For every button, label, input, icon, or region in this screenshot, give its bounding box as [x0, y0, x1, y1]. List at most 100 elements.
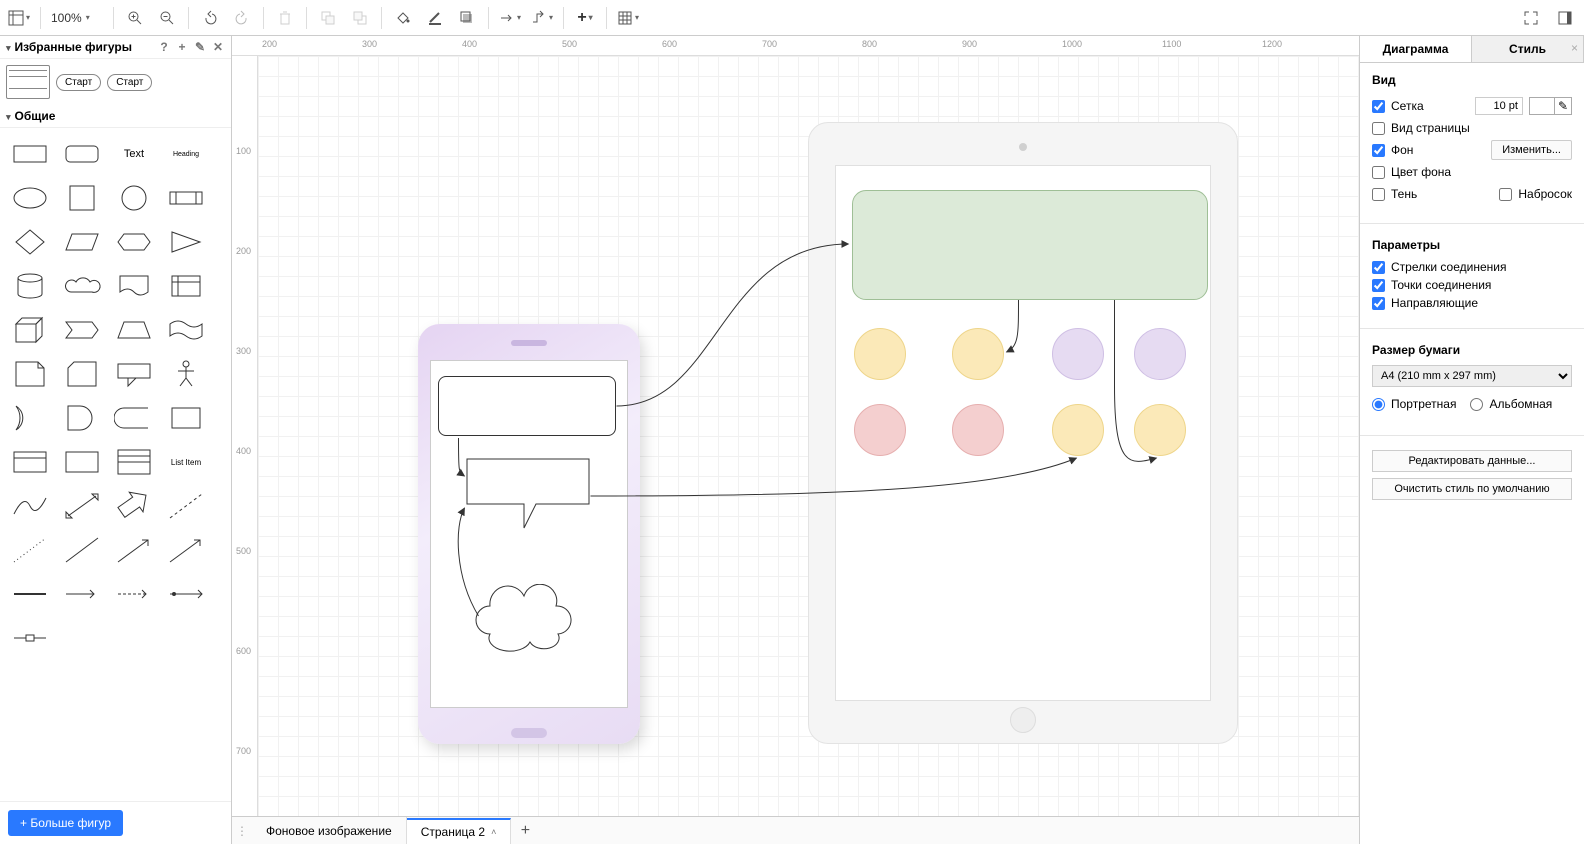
shape-bidir-arrow[interactable] [58, 486, 106, 526]
line-color-button[interactable] [420, 4, 450, 32]
fill-color-button[interactable] [388, 4, 418, 32]
layout-button[interactable] [4, 4, 34, 32]
shape-list-item[interactable]: List Item [162, 442, 210, 482]
shape-callout[interactable] [110, 354, 158, 394]
chk-page-view[interactable]: Вид страницы [1372, 121, 1572, 135]
fav-start-2[interactable]: Старт [107, 74, 152, 91]
chk-bg-color[interactable]: Цвет фона [1372, 165, 1572, 179]
fullscreen-button[interactable] [1516, 4, 1546, 32]
circle-r2-2[interactable] [952, 404, 1004, 456]
phone-box-1[interactable] [438, 376, 616, 436]
shape-table-shape[interactable] [6, 442, 54, 482]
shape-thick-arrow[interactable] [110, 486, 158, 526]
edit-data-button[interactable]: Редактировать данные... [1372, 450, 1572, 472]
canvas[interactable] [258, 56, 1359, 816]
shape-parallelogram[interactable] [58, 222, 106, 262]
zoom-in-button[interactable] [120, 4, 150, 32]
shape-diamond[interactable] [6, 222, 54, 262]
grid-size-input[interactable] [1475, 97, 1523, 115]
shape-dashed[interactable] [162, 486, 210, 526]
shape-heading[interactable]: Heading [162, 134, 210, 174]
favorites-add-icon[interactable]: + [175, 40, 189, 54]
shape-conn-3[interactable] [110, 574, 158, 614]
circle-r1-1[interactable] [854, 328, 906, 380]
shape-link[interactable] [6, 618, 54, 658]
tabs-drag-handle[interactable]: ⋮ [232, 824, 252, 838]
chk-guides[interactable]: Направляющие [1372, 296, 1572, 310]
clear-style-button[interactable]: Очистить стиль по умолчанию [1372, 478, 1572, 500]
shape-rounded-rect[interactable] [58, 134, 106, 174]
waypoint-style-button[interactable] [527, 4, 557, 32]
tab-background-image[interactable]: Фоновое изображение [252, 817, 407, 844]
change-background-button[interactable]: Изменить... [1491, 140, 1572, 160]
shape-note[interactable] [6, 354, 54, 394]
fav-start-1[interactable]: Старт [56, 74, 101, 91]
phone-callout[interactable] [466, 458, 590, 530]
to-back-button[interactable] [345, 4, 375, 32]
circle-r1-2[interactable] [952, 328, 1004, 380]
shape-square[interactable] [58, 178, 106, 218]
shape-arrow-line[interactable] [110, 530, 158, 570]
shape-conn-4[interactable] [162, 574, 210, 614]
shape-tape[interactable] [162, 310, 210, 350]
phone-cloud[interactable] [470, 584, 580, 654]
shape-card[interactable] [58, 354, 106, 394]
paper-size-select[interactable]: A4 (210 mm x 297 mm) [1372, 365, 1572, 387]
tab-menu-caret-icon[interactable]: ˄ [491, 827, 496, 837]
shape-document[interactable] [110, 266, 158, 306]
zoom-out-button[interactable] [152, 4, 182, 32]
favorites-help-icon[interactable]: ? [157, 40, 171, 54]
favorites-close-icon[interactable]: ✕ [211, 40, 225, 54]
favorites-header[interactable]: Избранные фигуры ? + ✎ ✕ [0, 36, 231, 59]
grid-color-swatch[interactable] [1529, 97, 1555, 115]
shape-frame[interactable] [58, 442, 106, 482]
radio-landscape[interactable]: Альбомная [1470, 397, 1552, 411]
shape-conn-2[interactable] [58, 574, 106, 614]
shape-cylinder[interactable] [6, 266, 54, 306]
to-front-button[interactable] [313, 4, 343, 32]
shape-rectangle[interactable] [6, 134, 54, 174]
circle-r1-3[interactable] [1052, 328, 1104, 380]
shape-actor[interactable] [162, 354, 210, 394]
chk-sketch[interactable]: Набросок [1499, 187, 1572, 201]
format-panel-toggle[interactable] [1550, 4, 1580, 32]
circle-r2-3[interactable] [1052, 404, 1104, 456]
shape-conn-1[interactable] [6, 574, 54, 614]
circle-r2-1[interactable] [854, 404, 906, 456]
shape-cube[interactable] [6, 310, 54, 350]
shape-container[interactable] [162, 398, 210, 438]
redo-button[interactable] [227, 4, 257, 32]
shape-or[interactable] [6, 398, 54, 438]
shape-cloud[interactable] [58, 266, 106, 306]
chk-shadow[interactable]: Тень [1372, 187, 1417, 201]
table-button[interactable] [613, 4, 643, 32]
connection-style-button[interactable] [495, 4, 525, 32]
shape-step[interactable] [58, 310, 106, 350]
circle-r1-4[interactable] [1134, 328, 1186, 380]
radio-portrait[interactable]: Портретная [1372, 397, 1456, 411]
shape-triangle[interactable] [162, 222, 210, 262]
shape-dotted[interactable] [6, 530, 54, 570]
shape-hexagon[interactable] [110, 222, 158, 262]
shape-text[interactable]: Text [110, 134, 158, 174]
right-tab-style[interactable]: Стиль [1472, 36, 1584, 62]
favorites-edit-icon[interactable]: ✎ [193, 40, 207, 54]
shadow-button[interactable] [452, 4, 482, 32]
shape-internal-storage[interactable] [162, 266, 210, 306]
more-shapes-button[interactable]: + Больше фигур [8, 810, 123, 836]
tab-page-2[interactable]: Страница 2 ˄ [407, 818, 512, 844]
shape-ellipse[interactable] [6, 178, 54, 218]
fav-mockup-shape[interactable] [6, 65, 50, 99]
chk-grid[interactable]: Сетка [1372, 99, 1424, 113]
zoom-select[interactable]: 100%▾ [47, 11, 107, 25]
general-header[interactable]: Общие [0, 105, 231, 128]
chk-background[interactable]: Фон [1372, 143, 1413, 157]
right-tab-diagram[interactable]: Диаграмма [1360, 36, 1472, 62]
shape-and[interactable] [58, 398, 106, 438]
shape-curve[interactable] [6, 486, 54, 526]
shape-arrow-line-2[interactable] [162, 530, 210, 570]
insert-button[interactable]: + [570, 4, 600, 32]
tablet-green-box[interactable] [852, 190, 1208, 300]
shape-circle[interactable] [110, 178, 158, 218]
undo-button[interactable] [195, 4, 225, 32]
